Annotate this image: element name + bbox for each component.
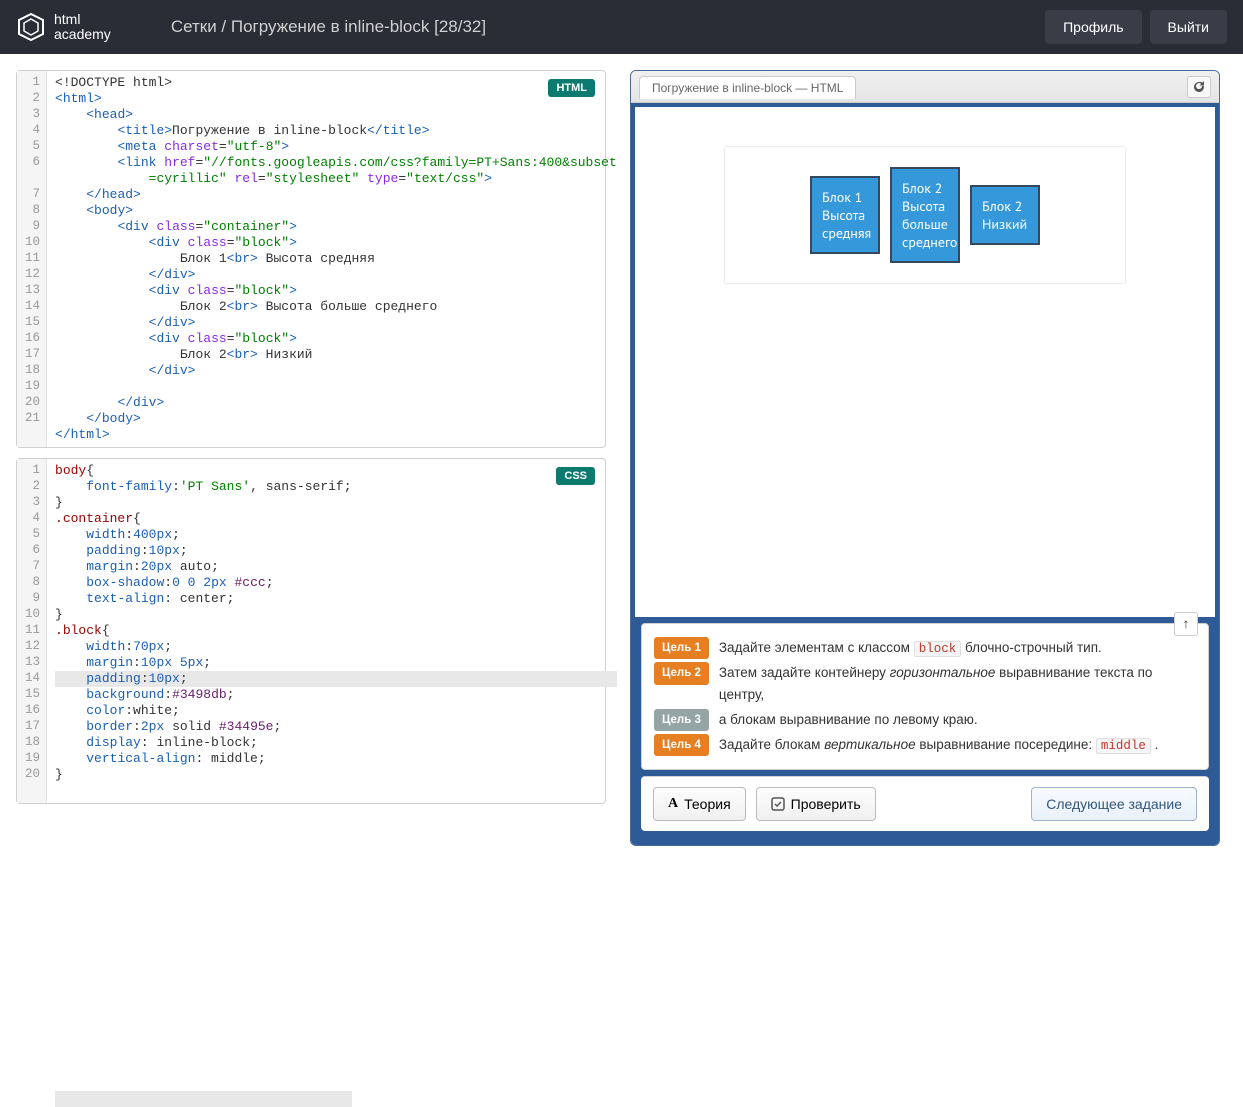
logo-line1: html (54, 12, 111, 27)
preview-frame: Блок 1Высота средняяБлок 2Высота больше … (635, 107, 1215, 617)
preview-block: Блок 2Низкий (970, 185, 1040, 245)
goal-text: Затем задайте контейнеру горизонтальное … (719, 662, 1196, 705)
goals-toggle-button[interactable]: ↑ (1174, 612, 1198, 636)
goal-row: Цель 2 Затем задайте контейнеру горизонта… (654, 662, 1196, 705)
preview-block: Блок 1Высота средняя (810, 176, 880, 254)
logo[interactable]: htmlacademy (16, 12, 111, 43)
profile-button[interactable]: Профиль (1045, 10, 1141, 44)
font-icon: A (668, 796, 678, 812)
refresh-button[interactable] (1187, 76, 1211, 98)
css-badge: CSS (556, 467, 595, 485)
goal-badge: Цель 2 (654, 662, 709, 684)
editors-column: HTML 123456789101112131415161718192021<!… (16, 70, 606, 846)
html-badge: HTML (548, 79, 595, 97)
preview-body: Блок 1Высота средняяБлок 2Высота больше … (631, 103, 1219, 845)
preview-block: Блок 2Высота больше среднего (890, 167, 960, 263)
preview-tab[interactable]: Погружение в inline-block — HTML (639, 76, 856, 99)
main: HTML 123456789101112131415161718192021<!… (0, 54, 1243, 862)
goal-text: Задайте элементам с классом block блочно… (719, 637, 1102, 659)
preview-column: Погружение в inline-block — HTML Блок 1В… (630, 70, 1220, 846)
goals-panel: ↑ Цель 1Задайте элементам с классом bloc… (641, 623, 1209, 770)
css-editor[interactable]: CSS 1234567891011121314151617181920body{… (16, 458, 606, 804)
check-button[interactable]: Проверить (756, 787, 876, 821)
html-editor[interactable]: HTML 123456789101112131415161718192021<!… (16, 70, 606, 448)
goal-row: Цель 3 а блокам выравнивание по левому кр… (654, 709, 1196, 731)
breadcrumb[interactable]: Сетки / Погружение в inline-block [28/32… (171, 17, 486, 37)
goal-badge: Цель 4 (654, 734, 709, 756)
goal-row: Цель 4 Задайте блокам вертикальное выравн… (654, 734, 1196, 756)
footer-bar: AТеория Проверить Следующее задание (641, 776, 1209, 831)
goal-badge: Цель 3 (654, 709, 709, 731)
check-icon (771, 797, 785, 811)
goal-text: Задайте блокам вертикальное выравнивание… (719, 734, 1159, 756)
preview-header: Погружение в inline-block — HTML (631, 71, 1219, 103)
next-task-button[interactable]: Следующее задание (1031, 787, 1197, 821)
goal-text: а блокам выравнивание по левому краю. (719, 709, 978, 731)
logout-button[interactable]: Выйти (1150, 10, 1227, 44)
logo-icon (16, 12, 46, 42)
theory-button[interactable]: AТеория (653, 787, 746, 821)
goal-row: Цель 1 Задайте элементам с классом block … (654, 637, 1196, 659)
goal-badge: Цель 1 (654, 637, 709, 659)
pf-container: Блок 1Высота средняяБлок 2Высота больше … (725, 147, 1125, 283)
header: htmlacademy Сетки / Погружение в inline-… (0, 0, 1243, 54)
logo-line2: academy (54, 27, 111, 42)
refresh-icon (1192, 80, 1206, 94)
